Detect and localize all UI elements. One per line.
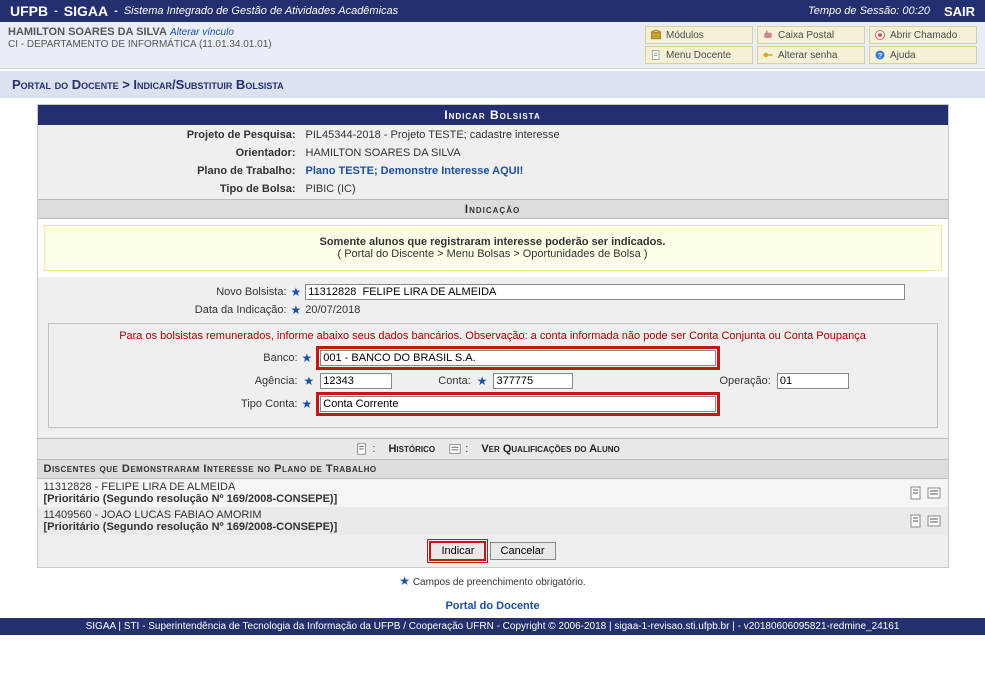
table-row: 11312828 - FELIPE LIRA DE ALMEIDA[Priori… xyxy=(38,479,948,507)
discentes-list: 11312828 - FELIPE LIRA DE ALMEIDA[Priori… xyxy=(38,479,948,535)
menu-modulos[interactable]: Módulos xyxy=(645,26,753,44)
form-area: Novo Bolsista: ★ Data da Indicação: ★ 20… xyxy=(38,277,948,438)
mailbox-icon xyxy=(762,29,774,41)
content-wrap: Indicar Bolsista Projeto de Pesquisa:PIL… xyxy=(37,104,949,568)
menu-caixa-postal[interactable]: Caixa Postal xyxy=(757,26,865,44)
footer-bar: SIGAA | STI - Superintendência de Tecnol… xyxy=(0,618,985,635)
box-icon xyxy=(650,29,662,41)
historico-icon[interactable] xyxy=(908,485,924,501)
discentes-header: Discentes que Demonstraram Interesse no … xyxy=(38,460,948,479)
alter-vinculo-link[interactable]: Alterar vínculo xyxy=(170,27,234,38)
agencia-input[interactable] xyxy=(320,373,392,389)
tipo-conta-label: Tipo Conta: xyxy=(53,398,298,410)
key-icon xyxy=(762,49,774,61)
section-indicar-bolsista: Indicar Bolsista xyxy=(38,105,948,125)
sys-brand: SIGAA xyxy=(64,3,108,19)
menu-ajuda[interactable]: ?Ajuda xyxy=(869,46,977,64)
portal-docente-link[interactable]: Portal do Docente xyxy=(445,600,539,612)
agencia-label: Agência: xyxy=(53,375,298,387)
ori-val: HAMILTON SOARES DA SILVA xyxy=(302,145,946,161)
menu-alterar-senha[interactable]: Alterar senha xyxy=(757,46,865,64)
svg-text:?: ? xyxy=(878,51,883,60)
help-ring-icon xyxy=(874,29,886,41)
notice-l1: Somente alunos que registraram interesse… xyxy=(55,236,931,248)
sys-full: Sistema Integrado de Gestão de Atividade… xyxy=(124,5,398,17)
section-indicacao: Indicação xyxy=(38,199,948,219)
bank-legend: Para os bolsistas remunerados, informe a… xyxy=(53,330,933,342)
breadcrumb: Portal do Docente > Indicar/Substituir B… xyxy=(12,77,284,92)
required-note: ★ Campos de preenchimento obrigatório. xyxy=(0,568,985,594)
operacao-input[interactable] xyxy=(777,373,849,389)
cancelar-button[interactable]: Cancelar xyxy=(490,542,556,560)
plano-link[interactable]: Plano TESTE; Demonstre Interesse AQUI! xyxy=(306,165,524,177)
proj-val: PIL45344-2018 - Projeto TESTE; cadastre … xyxy=(302,127,946,143)
qualif-icon[interactable] xyxy=(926,513,942,529)
menu-grid: Módulos Caixa Postal Abrir Chamado Menu … xyxy=(645,26,977,64)
banco-select[interactable]: 001 - BANCO DO BRASIL S.A. xyxy=(320,350,716,366)
menu-docente[interactable]: Menu Docente xyxy=(645,46,753,64)
novo-bolsista-input[interactable] xyxy=(305,284,905,300)
banco-label: Banco: xyxy=(53,352,298,364)
session-time: Tempo de Sessão: 00:20 xyxy=(808,5,930,17)
conta-input[interactable] xyxy=(493,373,573,389)
tipo-val: PIBIC (IC) xyxy=(302,181,946,197)
novo-bolsista-label: Novo Bolsista: xyxy=(42,286,287,298)
qualif-link[interactable]: Ver Qualificações do Aluno xyxy=(481,443,619,455)
historico-icon xyxy=(355,442,369,456)
button-row: Indicar Cancelar xyxy=(38,535,948,567)
help-icon: ? xyxy=(874,49,886,61)
inst-brand: UFPB xyxy=(10,3,48,19)
user-dept: CI - DEPARTAMENTO DE INFORMÁTICA (11.01.… xyxy=(8,39,272,50)
notice-l2: ( Portal do Discente > Menu Bolsas > Opo… xyxy=(55,248,931,260)
report-icon xyxy=(650,49,662,61)
indicar-button[interactable]: Indicar xyxy=(429,541,486,561)
historico-link[interactable]: Histórico xyxy=(388,443,435,455)
footer-links: Portal do Docente xyxy=(0,594,985,618)
tipo-conta-select[interactable]: Conta Corrente xyxy=(320,396,716,412)
breadcrumb-row: Portal do Docente > Indicar/Substituir B… xyxy=(0,71,985,98)
conta-label: Conta: xyxy=(438,375,470,387)
menu-abrir-chamado[interactable]: Abrir Chamado xyxy=(869,26,977,44)
info-table: Projeto de Pesquisa:PIL45344-2018 - Proj… xyxy=(38,125,948,199)
data-indicacao-value: 20/07/2018 xyxy=(305,304,360,316)
exit-link[interactable]: SAIR xyxy=(944,4,975,19)
qualif-icon[interactable] xyxy=(926,485,942,501)
qualif-icon xyxy=(448,442,462,456)
notice-box: Somente alunos que registraram interesse… xyxy=(44,225,942,271)
user-row: HAMILTON SOARES DA SILVA Alterar vínculo… xyxy=(0,22,985,69)
table-row: 11409560 - JOAO LUCAS FABIAO AMORIM[Prio… xyxy=(38,507,948,535)
operacao-label: Operação: xyxy=(719,375,770,387)
top-bar: UFPB - SIGAA - Sistema Integrado de Gest… xyxy=(0,0,985,22)
mid-actions: : Histórico : Ver Qualificações do Aluno xyxy=(38,438,948,460)
historico-icon[interactable] xyxy=(908,513,924,529)
bank-fieldset: Para os bolsistas remunerados, informe a… xyxy=(48,323,938,428)
user-name: HAMILTON SOARES DA SILVA xyxy=(8,26,167,38)
data-indicacao-label: Data da Indicação: xyxy=(42,304,287,316)
